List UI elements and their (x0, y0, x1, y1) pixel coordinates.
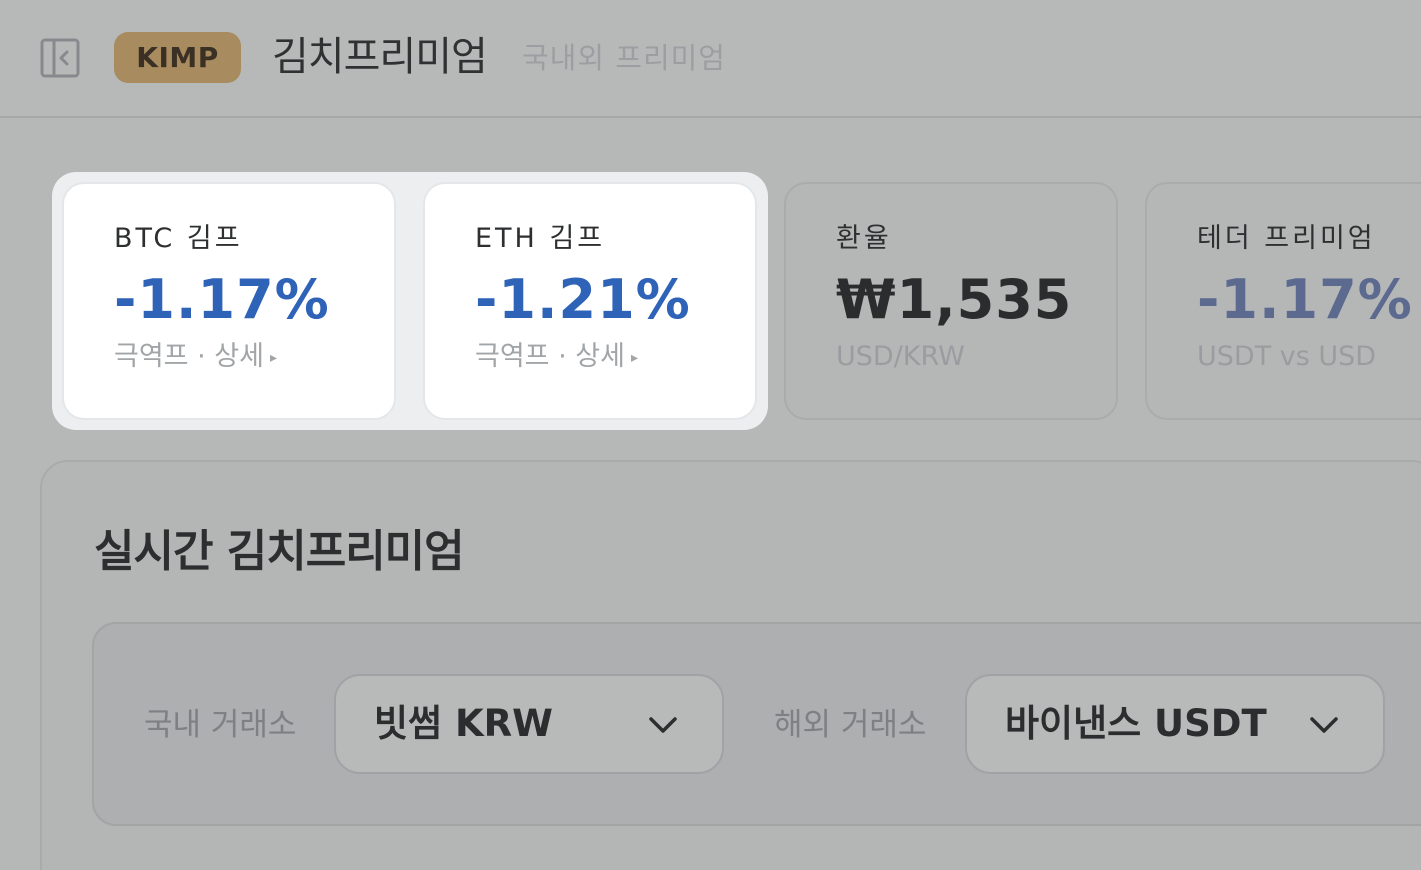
domestic-exchange-select[interactable]: 빗썸 KRW (334, 674, 724, 774)
page-title: 김치프리미엄 (272, 34, 488, 80)
realtime-kimp-panel: 실시간 김치프리미엄 국내 거래소 빗썸 KRW 해외 거래소 바이낸스 USD… (40, 460, 1421, 870)
page-subtitle: 국내외 프리미엄 (522, 41, 726, 75)
card-sub-text: 극역프 · 상세 (475, 341, 625, 372)
card-value: -1.17% (1197, 268, 1413, 331)
card-label: 환율 (836, 223, 892, 254)
domestic-exchange-value: 빗썸 KRW (374, 702, 553, 745)
card-value: -1.21% (475, 268, 691, 331)
card-label: ETH 김프 (475, 223, 606, 254)
brand-badge[interactable]: KIMP (114, 32, 241, 83)
stat-card-tether-premium[interactable]: 테더 프리미엄 -1.17% USDT vs USD (1145, 182, 1421, 420)
panel-title: 실시간 김치프리미엄 (94, 526, 465, 577)
domestic-exchange-label: 국내 거래소 (144, 707, 297, 743)
chevron-down-icon (1307, 710, 1341, 740)
stat-card-eth-kimp[interactable]: ETH 김프 -1.21% 극역프 · 상세 ▸ (423, 182, 757, 420)
sidebar-collapse-icon[interactable] (40, 38, 80, 78)
card-label: BTC 김프 (114, 223, 243, 254)
chevron-down-icon (646, 710, 680, 740)
overseas-exchange-select[interactable]: 바이낸스 USDT (965, 674, 1385, 774)
card-value: -1.17% (114, 268, 330, 331)
stat-card-exchange-rate[interactable]: 환율 ₩1,535 USD/KRW (784, 182, 1118, 420)
card-detail-link[interactable]: 극역프 · 상세 ▸ (475, 340, 755, 375)
card-label: 테더 프리미엄 (1197, 223, 1376, 254)
caret-right-icon: ▸ (269, 349, 277, 366)
card-sub-text: USD/KRW (836, 341, 965, 372)
top-bar: KIMP 김치프리미엄 국내외 프리미엄 (0, 0, 1421, 118)
card-sub-text: USDT vs USD (1197, 341, 1377, 372)
card-detail-link[interactable]: 극역프 · 상세 ▸ (114, 340, 394, 375)
exchange-filter-box: 국내 거래소 빗썸 KRW 해외 거래소 바이낸스 USDT (92, 622, 1421, 826)
card-value: ₩1,535 (836, 268, 1073, 331)
overseas-exchange-value: 바이낸스 USDT (1005, 702, 1267, 745)
stat-card-btc-kimp[interactable]: BTC 김프 -1.17% 극역프 · 상세 ▸ (62, 182, 396, 420)
page: KIMP 김치프리미엄 국내외 프리미엄 BTC 김프 -1.17% 극역프 ·… (0, 0, 1421, 870)
overseas-exchange-label: 해외 거래소 (774, 707, 927, 743)
caret-right-icon: ▸ (630, 349, 638, 366)
card-sub-text: 극역프 · 상세 (114, 341, 264, 372)
